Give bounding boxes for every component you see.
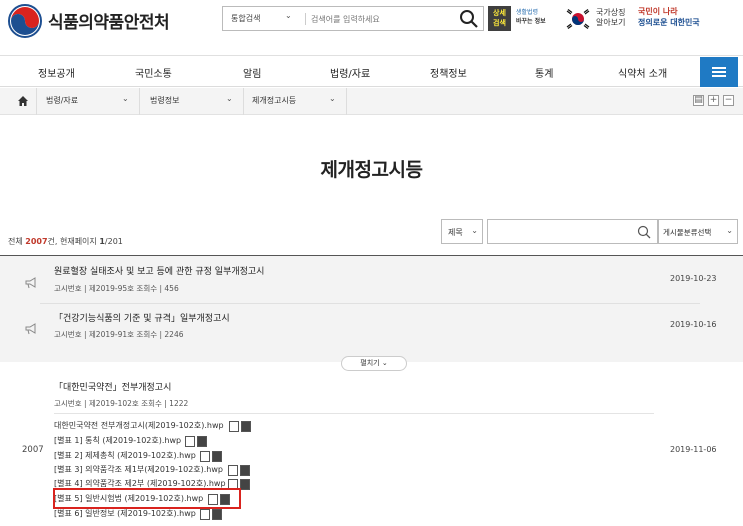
attachment-link[interactable]: [별표 6] 일반정보 (제2019-102호).hwp [54, 508, 196, 519]
preview-icon[interactable] [200, 509, 210, 520]
detail-search-label-1: 상세 [493, 9, 506, 17]
national-flag-icon[interactable] [566, 8, 590, 30]
national-symbol-link[interactable]: 국가상징 알아보기 [596, 8, 625, 28]
preview-icon[interactable] [229, 421, 239, 432]
pinned-date: 2019-10-23 [670, 274, 717, 283]
pinned-title[interactable]: 원료혈장 실태조사 및 보고 등에 관한 규정 일부개정고시 [54, 264, 264, 277]
file-actions [229, 421, 253, 432]
download-icon[interactable] [240, 465, 250, 476]
megaphone-icon [25, 277, 36, 289]
menu-icon[interactable] [700, 57, 738, 87]
chevron-down-icon: ⌄ [726, 226, 733, 235]
download-icon[interactable] [212, 509, 222, 520]
list-search-input[interactable] [487, 219, 658, 244]
download-icon[interactable] [212, 451, 222, 462]
divider [54, 413, 654, 414]
expand-button[interactable]: 펼치기 ⌄ [341, 356, 407, 371]
zoom-in-icon[interactable]: + [708, 95, 719, 106]
result-count: 전체 2007건, 현재페이지 1/201 [8, 236, 123, 247]
nav-item-statistics[interactable]: 통계 [535, 65, 553, 80]
search-field-select[interactable]: 제목 ⌄ [441, 219, 483, 244]
pinned-meta: 고시번호 | 제2019-91호 조회수 | 2246 [54, 330, 184, 339]
home-icon[interactable] [18, 96, 28, 106]
nav-item-communication[interactable]: 국민소통 [135, 65, 172, 80]
detail-search-label-2: 검색 [493, 19, 506, 27]
attachment-link[interactable]: [별표 1] 통칙 (제2019-102호).hwp [54, 435, 181, 446]
chevron-down-icon[interactable]: ⌄ [226, 94, 233, 103]
divider [139, 88, 140, 115]
file-actions [200, 509, 224, 520]
nav-item-info-disclosure[interactable]: 정보공개 [38, 65, 75, 80]
highlight-box [53, 488, 241, 509]
chevron-down-icon: ⌄ [471, 226, 478, 235]
file-actions [200, 451, 224, 462]
pinned-meta: 고시번호 | 제2019-95호 조회수 | 456 [54, 284, 179, 293]
preview-icon[interactable] [200, 451, 210, 462]
download-icon[interactable] [241, 421, 251, 432]
preview-icon[interactable] [185, 436, 195, 447]
search-icon[interactable] [637, 225, 651, 239]
search-input[interactable] [311, 10, 451, 28]
pinned-title[interactable]: 「건강기능식품의 기준 및 규격」일부개정고시 [54, 311, 230, 324]
pinned-notices: 원료혈장 실태조사 및 보고 등에 관한 규정 일부개정고시 고시번호 | 제2… [0, 256, 743, 362]
nav-item-policy[interactable]: 정책정보 [430, 65, 467, 80]
search-box: 통합검색 ⌄ [222, 6, 484, 31]
zoom-out-icon[interactable]: − [723, 95, 734, 106]
government-slogan-logo: 국민이 나라 정의로운 대한민국 [638, 6, 738, 34]
divider [305, 13, 306, 25]
category-select[interactable]: 게시물분류선택 ⌄ [658, 219, 738, 244]
entry-number: 2007 [22, 445, 44, 455]
divider [40, 303, 700, 304]
nav-item-about[interactable]: 식약처 소개 [618, 65, 667, 80]
slogan-text-1: 국민이 나라 [638, 7, 678, 16]
download-icon[interactable] [197, 436, 207, 447]
download-icon[interactable] [240, 479, 250, 490]
chevron-down-icon[interactable]: ⌄ [122, 94, 129, 103]
chevron-down-icon[interactable]: ⌄ [285, 11, 292, 20]
page-title: 제개정고시등 [320, 159, 423, 181]
count-total: 2007 [25, 237, 48, 246]
breadcrumb: 법령/자료 ⌄ 법령정보 ⌄ 제개정고시등 ⌄ ▤ + − [0, 88, 743, 115]
main-nav: 정보공개 국민소통 알림 법령/자료 정책정보 통계 식약처 소개 [0, 55, 743, 87]
mfds-logo-icon[interactable] [8, 4, 42, 38]
law-logo-text-1: 생활법령 [516, 9, 539, 16]
search-icon[interactable] [459, 9, 479, 29]
pinned-date: 2019-10-16 [670, 320, 717, 329]
count-prefix: 전체 [8, 237, 26, 246]
breadcrumb-item-notices[interactable]: 제개정고시등 [252, 95, 296, 106]
slogan-text-2: 정의로운 대한민국 [638, 18, 700, 27]
print-icon[interactable]: ▤ [693, 95, 704, 106]
preview-icon[interactable] [228, 465, 238, 476]
category-label: 게시물분류선택 [663, 228, 712, 237]
entry-date: 2019-11-06 [670, 445, 717, 454]
national-symbol-text-2: 알아보기 [596, 18, 626, 27]
chevron-down-icon[interactable]: ⌄ [329, 94, 336, 103]
divider [36, 88, 37, 115]
entry-meta: 고시번호 | 제2019-102호 조회수 | 1222 [54, 399, 189, 408]
attachment-link[interactable]: 대한민국약전 전부개정고시(제2019-102호).hwp [54, 420, 224, 431]
megaphone-icon [25, 323, 36, 335]
file-actions [228, 465, 252, 476]
law-info-logo[interactable]: 생활법령 바꾸는 정보 [516, 8, 558, 30]
attachment-link[interactable]: [별표 3] 의약품각조 제1부(제2019-102호).hwp [54, 464, 223, 475]
file-actions [185, 436, 209, 447]
search-field-label: 제목 [448, 228, 463, 237]
nav-item-law-data[interactable]: 법령/자료 [330, 65, 370, 80]
divider [346, 88, 347, 115]
site-brand[interactable]: 식품의약품안전처 [48, 8, 170, 33]
nav-item-notice[interactable]: 알림 [243, 65, 261, 80]
entry-title[interactable]: 「대한민국약전」전부개정고시 [54, 380, 171, 393]
detail-search-button[interactable]: 상세 검색 [488, 6, 511, 31]
breadcrumb-item-law-info[interactable]: 법령정보 [150, 95, 179, 106]
divider [243, 88, 244, 115]
law-logo-text-2: 바꾸는 정보 [516, 18, 546, 25]
breadcrumb-item-law-data[interactable]: 법령/자료 [46, 95, 78, 106]
search-scope-select[interactable]: 통합검색 [231, 13, 260, 24]
count-suffix: /201 [104, 237, 123, 246]
attachment-link[interactable]: [별표 2] 제제총칙 (제2019-102호).hwp [54, 450, 196, 461]
count-mid: 건, 현재페이지 [47, 237, 100, 246]
national-symbol-text-1: 국가상징 [596, 8, 626, 17]
